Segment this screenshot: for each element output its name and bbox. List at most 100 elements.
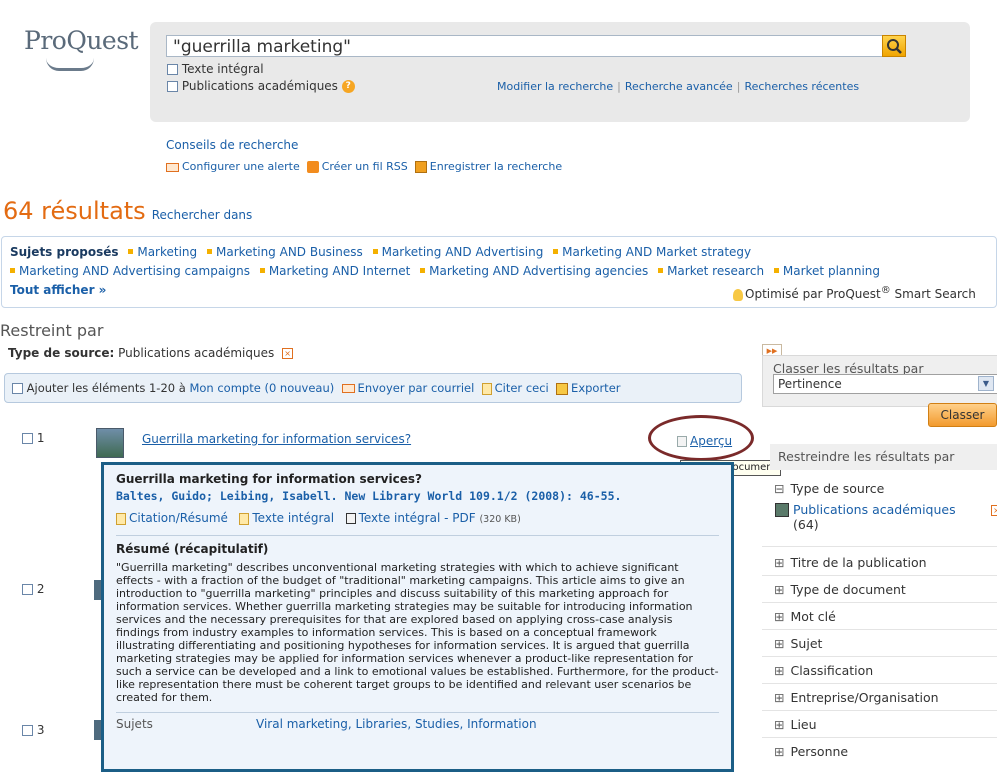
email-link[interactable]: Envoyer par courriel <box>358 381 475 395</box>
select-all-checkbox[interactable] <box>12 383 23 394</box>
facet-subject[interactable]: ⊞ Sujet <box>762 631 997 657</box>
facet-classification[interactable]: ⊞ Classification <box>762 658 997 684</box>
subject-link[interactable]: Marketing AND Internet <box>269 264 411 278</box>
save-icon <box>414 161 427 173</box>
help-icon[interactable]: ? <box>341 80 355 93</box>
result-checkbox[interactable] <box>22 725 33 736</box>
expand-icon: ⊞ <box>774 717 785 732</box>
results-count-label: 64 résultats <box>3 197 146 225</box>
smart-search-suffix: Smart Search <box>890 287 976 301</box>
results-action-bar: Ajouter les éléments 1-20 à Mon compte (… <box>4 373 742 403</box>
facet-publication-title[interactable]: ⊞ Titre de la publication <box>762 550 997 576</box>
facet-source-type[interactable]: ⊟ Type de source <box>762 476 997 502</box>
cite-link[interactable]: Citer ceci <box>495 381 549 395</box>
collapse-icon: ⊟ <box>774 481 785 496</box>
email-icon <box>341 384 355 393</box>
remove-filter-icon[interactable]: × <box>282 348 294 359</box>
show-all-link[interactable]: Tout afficher » <box>10 283 106 297</box>
expand-icon: ⊞ <box>774 744 785 759</box>
result-row-3: 3 <box>22 723 44 737</box>
subject-link[interactable]: Marketing AND Advertising <box>382 245 544 259</box>
abstract-text: "Guerrilla marketing" describes unconven… <box>116 561 719 704</box>
full-text-checkbox[interactable] <box>167 64 178 75</box>
source-type-label: Type de source: <box>8 346 115 360</box>
chevron-down-icon[interactable]: ▼ <box>978 376 994 391</box>
sort-heading: Classer les résultats par <box>773 361 924 376</box>
subjects-line-2: Marketing AND Advertising campaigns Mark… <box>10 262 988 281</box>
facet-keyword[interactable]: ⊞ Mot clé <box>762 604 997 630</box>
result-title-link[interactable]: Guerrilla marketing for information serv… <box>142 432 411 446</box>
subject-link[interactable]: Marketing <box>137 245 197 259</box>
subject-link[interactable]: Marketing AND Business <box>216 245 363 259</box>
preview-subjects: Sujets Viral marketing, Libraries, Studie… <box>116 712 719 731</box>
scholarly-option[interactable]: Publications académiques ? <box>167 79 355 93</box>
result-checkbox[interactable] <box>22 584 33 595</box>
create-alert-link[interactable]: Configurer une alerte <box>182 160 300 173</box>
pdf-icon <box>345 513 356 524</box>
full-text-pdf-link[interactable]: Texte intégral - PDF <box>359 511 476 525</box>
subjects-heading: Sujets proposés <box>10 245 119 259</box>
preview-links: Citation/Résumé Texte intégral Texte int… <box>116 511 719 525</box>
abstract-heading: Résumé (récapitulatif) <box>116 535 719 556</box>
facet-label: Type de source <box>790 481 885 496</box>
full-text-option[interactable]: Texte intégral <box>167 62 264 76</box>
search-tools: Configurer une alerte Créer un fil RSS E… <box>166 160 562 173</box>
facet-label: Lieu <box>790 717 817 732</box>
facet-document-type[interactable]: ⊞ Type de document <box>762 577 997 603</box>
facet-company[interactable]: ⊞ Entreprise/Organisation <box>762 685 997 711</box>
search-within-link[interactable]: Rechercher dans <box>152 208 253 222</box>
sort-select[interactable]: Pertinence <box>773 374 997 394</box>
facet-label: Type de document <box>790 582 906 597</box>
suggested-subjects: Sujets proposés Marketing Marketing AND … <box>1 236 997 308</box>
full-text-label: Texte intégral <box>181 62 264 76</box>
search-tips-link[interactable]: Conseils de recherche <box>166 138 298 152</box>
smart-search-text: Optimisé par ProQuest <box>745 287 881 301</box>
subjects-line-3: Tout afficher » Optimisé par ProQuest® S… <box>10 281 988 301</box>
remove-facet-icon[interactable]: × <box>991 505 997 516</box>
result-row-2: 2 <box>22 582 44 596</box>
subject-link[interactable]: Market research <box>667 264 764 278</box>
facet-label: Titre de la publication <box>790 555 927 570</box>
subject-link[interactable]: Marketing AND Advertising agencies <box>429 264 648 278</box>
facet-person[interactable]: ⊞ Personne <box>762 739 997 765</box>
full-text-icon <box>239 512 250 525</box>
my-account-link[interactable]: Mon compte (0 nouveau) <box>189 381 334 395</box>
narrowed-by-heading: Restreint par <box>0 321 104 340</box>
expand-icon: ⊞ <box>774 609 785 624</box>
facet-location[interactable]: ⊞ Lieu <box>762 712 997 738</box>
search-input[interactable]: "guerrilla marketing" <box>166 35 886 57</box>
expand-icon: ⊞ <box>774 582 785 597</box>
export-link[interactable]: Exporter <box>571 381 620 395</box>
subjects-value[interactable]: Viral marketing, Libraries, Studies, Inf… <box>256 717 537 731</box>
subject-link[interactable]: Market planning <box>783 264 880 278</box>
divider <box>762 546 997 547</box>
preview-title: Guerrilla marketing for information serv… <box>116 472 422 486</box>
result-checkbox[interactable] <box>22 433 33 444</box>
citation-icon <box>116 512 126 525</box>
preview-authors[interactable]: Baltes, Guido; Leibing, Isabell. New Lib… <box>116 489 719 503</box>
proquest-logo[interactable]: ProQuest <box>24 26 139 55</box>
create-rss-link[interactable]: Créer un fil RSS <box>322 160 408 173</box>
subject-link[interactable]: Marketing AND Advertising campaigns <box>19 264 250 278</box>
alert-icon <box>166 162 179 172</box>
result-number: 2 <box>36 582 45 596</box>
pdf-size: (320 KB) <box>479 514 521 525</box>
advanced-search-link[interactable]: Recherche avancée <box>625 80 733 93</box>
facet-label: Sujet <box>790 636 823 651</box>
subjects-label: Sujets <box>116 717 153 731</box>
refine-heading: Restreindre les résultats par <box>770 444 997 470</box>
facet-option-label: Publications académiques <box>793 502 956 517</box>
scholarly-checkbox[interactable] <box>167 81 178 92</box>
search-button[interactable] <box>882 35 906 57</box>
result-number: 3 <box>36 723 45 737</box>
subject-link[interactable]: Marketing AND Market strategy <box>562 245 751 259</box>
modify-search-link[interactable]: Modifier la recherche <box>497 80 613 93</box>
sort-button[interactable]: Classer <box>928 403 997 427</box>
facet-option-scholarly[interactable]: Publications académiques × (64) <box>775 502 997 532</box>
citation-abstract-link[interactable]: Citation/Résumé <box>129 511 228 525</box>
expand-icon: ⊞ <box>774 636 785 651</box>
expand-icon: ⊞ <box>774 690 785 705</box>
recent-searches-link[interactable]: Recherches récentes <box>744 80 859 93</box>
save-search-link[interactable]: Enregistrer la recherche <box>430 160 562 173</box>
full-text-link[interactable]: Texte intégral <box>252 511 334 525</box>
